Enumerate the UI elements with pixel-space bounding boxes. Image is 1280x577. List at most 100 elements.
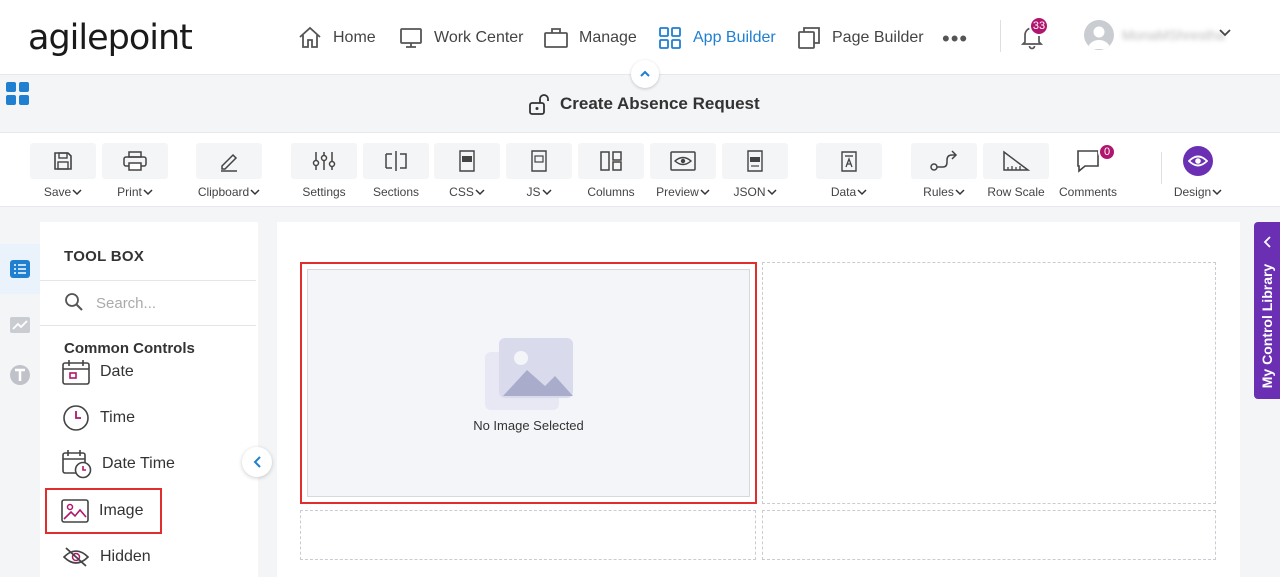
- row-scale-button[interactable]: Row Scale: [983, 143, 1049, 201]
- rules-label: Rules: [923, 185, 954, 199]
- control-hidden-label: Hidden: [100, 548, 151, 565]
- row-scale-label: Row Scale: [987, 185, 1045, 199]
- clipboard-button[interactable]: Clipboard: [196, 143, 262, 201]
- my-control-library-label: My Control Library: [1259, 263, 1275, 389]
- user-name[interactable]: MonaMShrestha: [1122, 27, 1225, 43]
- calendar-clock-icon: [62, 450, 92, 479]
- chevron-left-icon: [1263, 236, 1271, 248]
- rail-tab-toolbox[interactable]: [0, 244, 40, 294]
- image-control[interactable]: No Image Selected: [300, 262, 757, 504]
- image-placeholder-icon: [484, 337, 573, 410]
- more-menu-icon[interactable]: •••: [942, 26, 968, 52]
- unlock-icon[interactable]: [528, 92, 552, 116]
- list-icon: [10, 260, 30, 278]
- calendar-icon: [62, 360, 90, 385]
- chevron-down-icon: [857, 189, 867, 196]
- chevron-down-icon: [955, 189, 965, 196]
- chevron-down-icon: [143, 189, 153, 196]
- monitor-icon: [400, 28, 422, 48]
- nav-page-builder[interactable]: Page Builder: [796, 22, 924, 54]
- control-time-label: Time: [100, 409, 135, 426]
- sliders-icon: [312, 152, 336, 170]
- no-image-text: No Image Selected: [473, 417, 584, 433]
- css-file-icon: [459, 150, 475, 172]
- settings-button[interactable]: Settings: [291, 143, 357, 201]
- columns-icon: [600, 151, 622, 171]
- chart-icon: [10, 317, 30, 333]
- preview-eye-icon: [670, 151, 696, 171]
- search-icon: [65, 293, 83, 311]
- chevron-up-icon: [640, 70, 650, 77]
- save-button[interactable]: Save: [30, 143, 96, 201]
- eye-off-icon: [62, 547, 90, 567]
- chevron-down-icon: [541, 189, 552, 196]
- nav-home[interactable]: Home: [297, 22, 376, 54]
- preview-button[interactable]: Preview: [650, 143, 716, 201]
- app-launcher-icon[interactable]: [6, 82, 30, 106]
- clipboard-label: Clipboard: [197, 185, 250, 199]
- control-time[interactable]: Time: [60, 400, 135, 436]
- columns-label: Columns: [587, 185, 635, 199]
- comments-label: Comments: [1058, 185, 1117, 199]
- json-label: JSON: [733, 185, 766, 199]
- sections-button[interactable]: Sections: [363, 143, 429, 201]
- ruler-icon: [1003, 150, 1031, 171]
- nav-work-center[interactable]: Work Center: [398, 22, 524, 54]
- form-canvas: No Image Selected: [277, 222, 1240, 577]
- rail-tab-analytics[interactable]: [0, 300, 40, 350]
- form-toolbar: Save Print Clipboard Settings Sections C…: [0, 132, 1280, 207]
- toolbox-panel: TOOL BOX Common Controls Date Time Date …: [40, 222, 258, 577]
- nav-app-builder[interactable]: App Builder: [657, 22, 776, 54]
- nav-manage[interactable]: Manage: [543, 22, 637, 54]
- nav-page-builder-label: Page Builder: [832, 29, 924, 46]
- canvas-cell[interactable]: [762, 262, 1216, 504]
- home-icon: [299, 26, 321, 48]
- nav-manage-label: Manage: [579, 29, 637, 46]
- toolbox-search-input[interactable]: [96, 288, 246, 318]
- rules-path-icon: [930, 150, 958, 171]
- print-button[interactable]: Print: [102, 143, 168, 201]
- chevron-down-icon[interactable]: [1218, 26, 1232, 40]
- js-button[interactable]: JS: [506, 143, 572, 201]
- theme-icon: [10, 365, 30, 385]
- data-label: Data: [830, 185, 857, 199]
- chevron-left-icon: [253, 456, 261, 468]
- toolbox-title: TOOL BOX: [64, 248, 145, 265]
- chevron-down-icon: [250, 189, 260, 196]
- css-button[interactable]: CSS: [434, 143, 500, 201]
- design-button[interactable]: Design: [1165, 143, 1231, 201]
- control-hidden[interactable]: Hidden: [60, 539, 151, 575]
- preview-label: Preview: [656, 185, 699, 199]
- pages-icon: [798, 27, 820, 49]
- css-label: CSS: [449, 185, 474, 199]
- sections-icon: [385, 151, 407, 171]
- control-date[interactable]: Date: [60, 354, 134, 390]
- control-date-time[interactable]: Date Time: [60, 446, 175, 482]
- control-image[interactable]: Image: [45, 488, 162, 534]
- control-date-label: Date: [100, 363, 134, 380]
- toolbar-divider: [1161, 152, 1162, 184]
- divider: [40, 325, 256, 326]
- collapse-toolbox-button[interactable]: [242, 447, 272, 477]
- js-file-icon: [531, 150, 547, 172]
- agilepoint-logo[interactable]: agilepoint: [28, 18, 193, 58]
- nav-work-center-label: Work Center: [434, 29, 524, 46]
- chevron-down-icon: [700, 189, 710, 196]
- json-button[interactable]: JSON: [722, 143, 788, 201]
- rules-button[interactable]: Rules: [911, 143, 977, 201]
- collapse-header-button[interactable]: [631, 60, 659, 88]
- columns-button[interactable]: Columns: [578, 143, 644, 201]
- comments-count-badge: 0: [1098, 143, 1116, 161]
- canvas-cell[interactable]: [300, 510, 756, 560]
- data-button[interactable]: Data: [816, 143, 882, 201]
- comments-button[interactable]: Comments 0: [1055, 143, 1121, 201]
- canvas-cell[interactable]: [762, 510, 1216, 560]
- user-avatar[interactable]: [1084, 20, 1114, 50]
- clock-icon: [63, 405, 89, 431]
- design-label: Design: [1173, 185, 1212, 199]
- form-title: Create Absence Request: [560, 94, 760, 113]
- my-control-library-tab[interactable]: My Control Library: [1254, 222, 1280, 399]
- briefcase-icon: [544, 28, 568, 48]
- divider: [40, 280, 256, 281]
- rail-tab-theme[interactable]: [0, 350, 40, 400]
